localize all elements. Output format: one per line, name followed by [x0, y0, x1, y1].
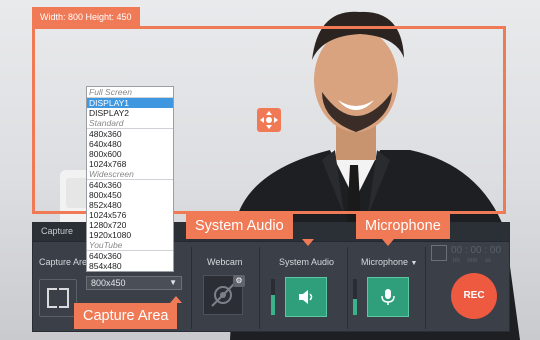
microphone-label-text: Microphone	[361, 257, 409, 267]
system-audio-toggle-button[interactable]	[285, 277, 327, 317]
dropdown-option[interactable]: 800x600	[87, 149, 173, 159]
system-audio-level-fill	[271, 295, 275, 315]
system-audio-level-meter	[271, 279, 275, 315]
callout-tail	[170, 296, 182, 303]
tab-capture[interactable]: Capture	[41, 226, 73, 236]
divider	[191, 247, 192, 329]
clock-icon[interactable]	[431, 245, 447, 261]
microphone-callout: Microphone	[356, 213, 450, 239]
capture-area-label: Capture Are	[39, 257, 88, 267]
microphone-level-fill	[353, 298, 357, 315]
capture-size-selected-value: 800x450	[91, 278, 126, 288]
move-icon[interactable]	[257, 108, 281, 132]
microphone-label[interactable]: Microphone ▼	[361, 257, 417, 267]
dropdown-option[interactable]: 800x450	[87, 190, 173, 200]
dropdown-option[interactable]: 480x360	[87, 129, 173, 139]
dropdown-option[interactable]: 1024x576	[87, 210, 173, 220]
timer-units: hh mm ss	[453, 258, 492, 264]
gear-icon[interactable]: ⚙	[233, 275, 245, 287]
speaker-icon	[299, 290, 313, 304]
dropdown-option[interactable]: 640x360	[87, 251, 173, 261]
microphone-toggle-button[interactable]	[367, 277, 409, 317]
capture-size-dropdown-list[interactable]: Full Screen DISPLAY1 DISPLAY2 Standard 480x3…	[86, 86, 174, 272]
dropdown-option[interactable]: 852x480	[87, 200, 173, 210]
dropdown-option[interactable]: 640x360	[87, 180, 173, 190]
dropdown-group-header: Standard	[87, 118, 173, 129]
microphone-level-meter	[353, 279, 357, 315]
dropdown-option[interactable]: 1280x720	[87, 220, 173, 230]
callout-tail	[382, 239, 394, 246]
recording-timer: 00 : 00 : 00	[451, 245, 502, 256]
dropdown-group-header: Full Screen	[87, 87, 173, 98]
divider	[347, 247, 348, 329]
dropdown-group-header: YouTube	[87, 240, 173, 251]
dropdown-option[interactable]: 854x480	[87, 261, 173, 271]
webcam-label: Webcam	[207, 257, 243, 267]
dropdown-group-header: Widescreen	[87, 169, 173, 180]
dropdown-option[interactable]: DISPLAY2	[87, 108, 173, 118]
dropdown-option[interactable]: DISPLAY1	[87, 98, 173, 108]
microphone-icon	[381, 289, 395, 305]
capture-size-label: Width: 800 Height: 450	[32, 7, 140, 27]
divider	[259, 247, 260, 329]
capture-area-button[interactable]	[39, 279, 77, 317]
divider	[425, 247, 426, 329]
capture-area-callout: Capture Area	[74, 303, 178, 329]
dropdown-option[interactable]: 1920x1080	[87, 230, 173, 240]
dropdown-option[interactable]: 1024x768	[87, 159, 173, 169]
capture-size-select[interactable]: 800x450 ▼	[86, 276, 182, 290]
chevron-down-icon: ▼	[410, 260, 418, 267]
rec-button[interactable]: REC	[451, 273, 497, 319]
system-audio-label: System Audio	[279, 257, 335, 267]
chevron-down-icon: ▼	[169, 278, 177, 287]
callout-tail	[302, 239, 314, 246]
dropdown-option[interactable]: 640x480	[87, 139, 173, 149]
system-audio-callout: System Audio	[186, 213, 293, 239]
